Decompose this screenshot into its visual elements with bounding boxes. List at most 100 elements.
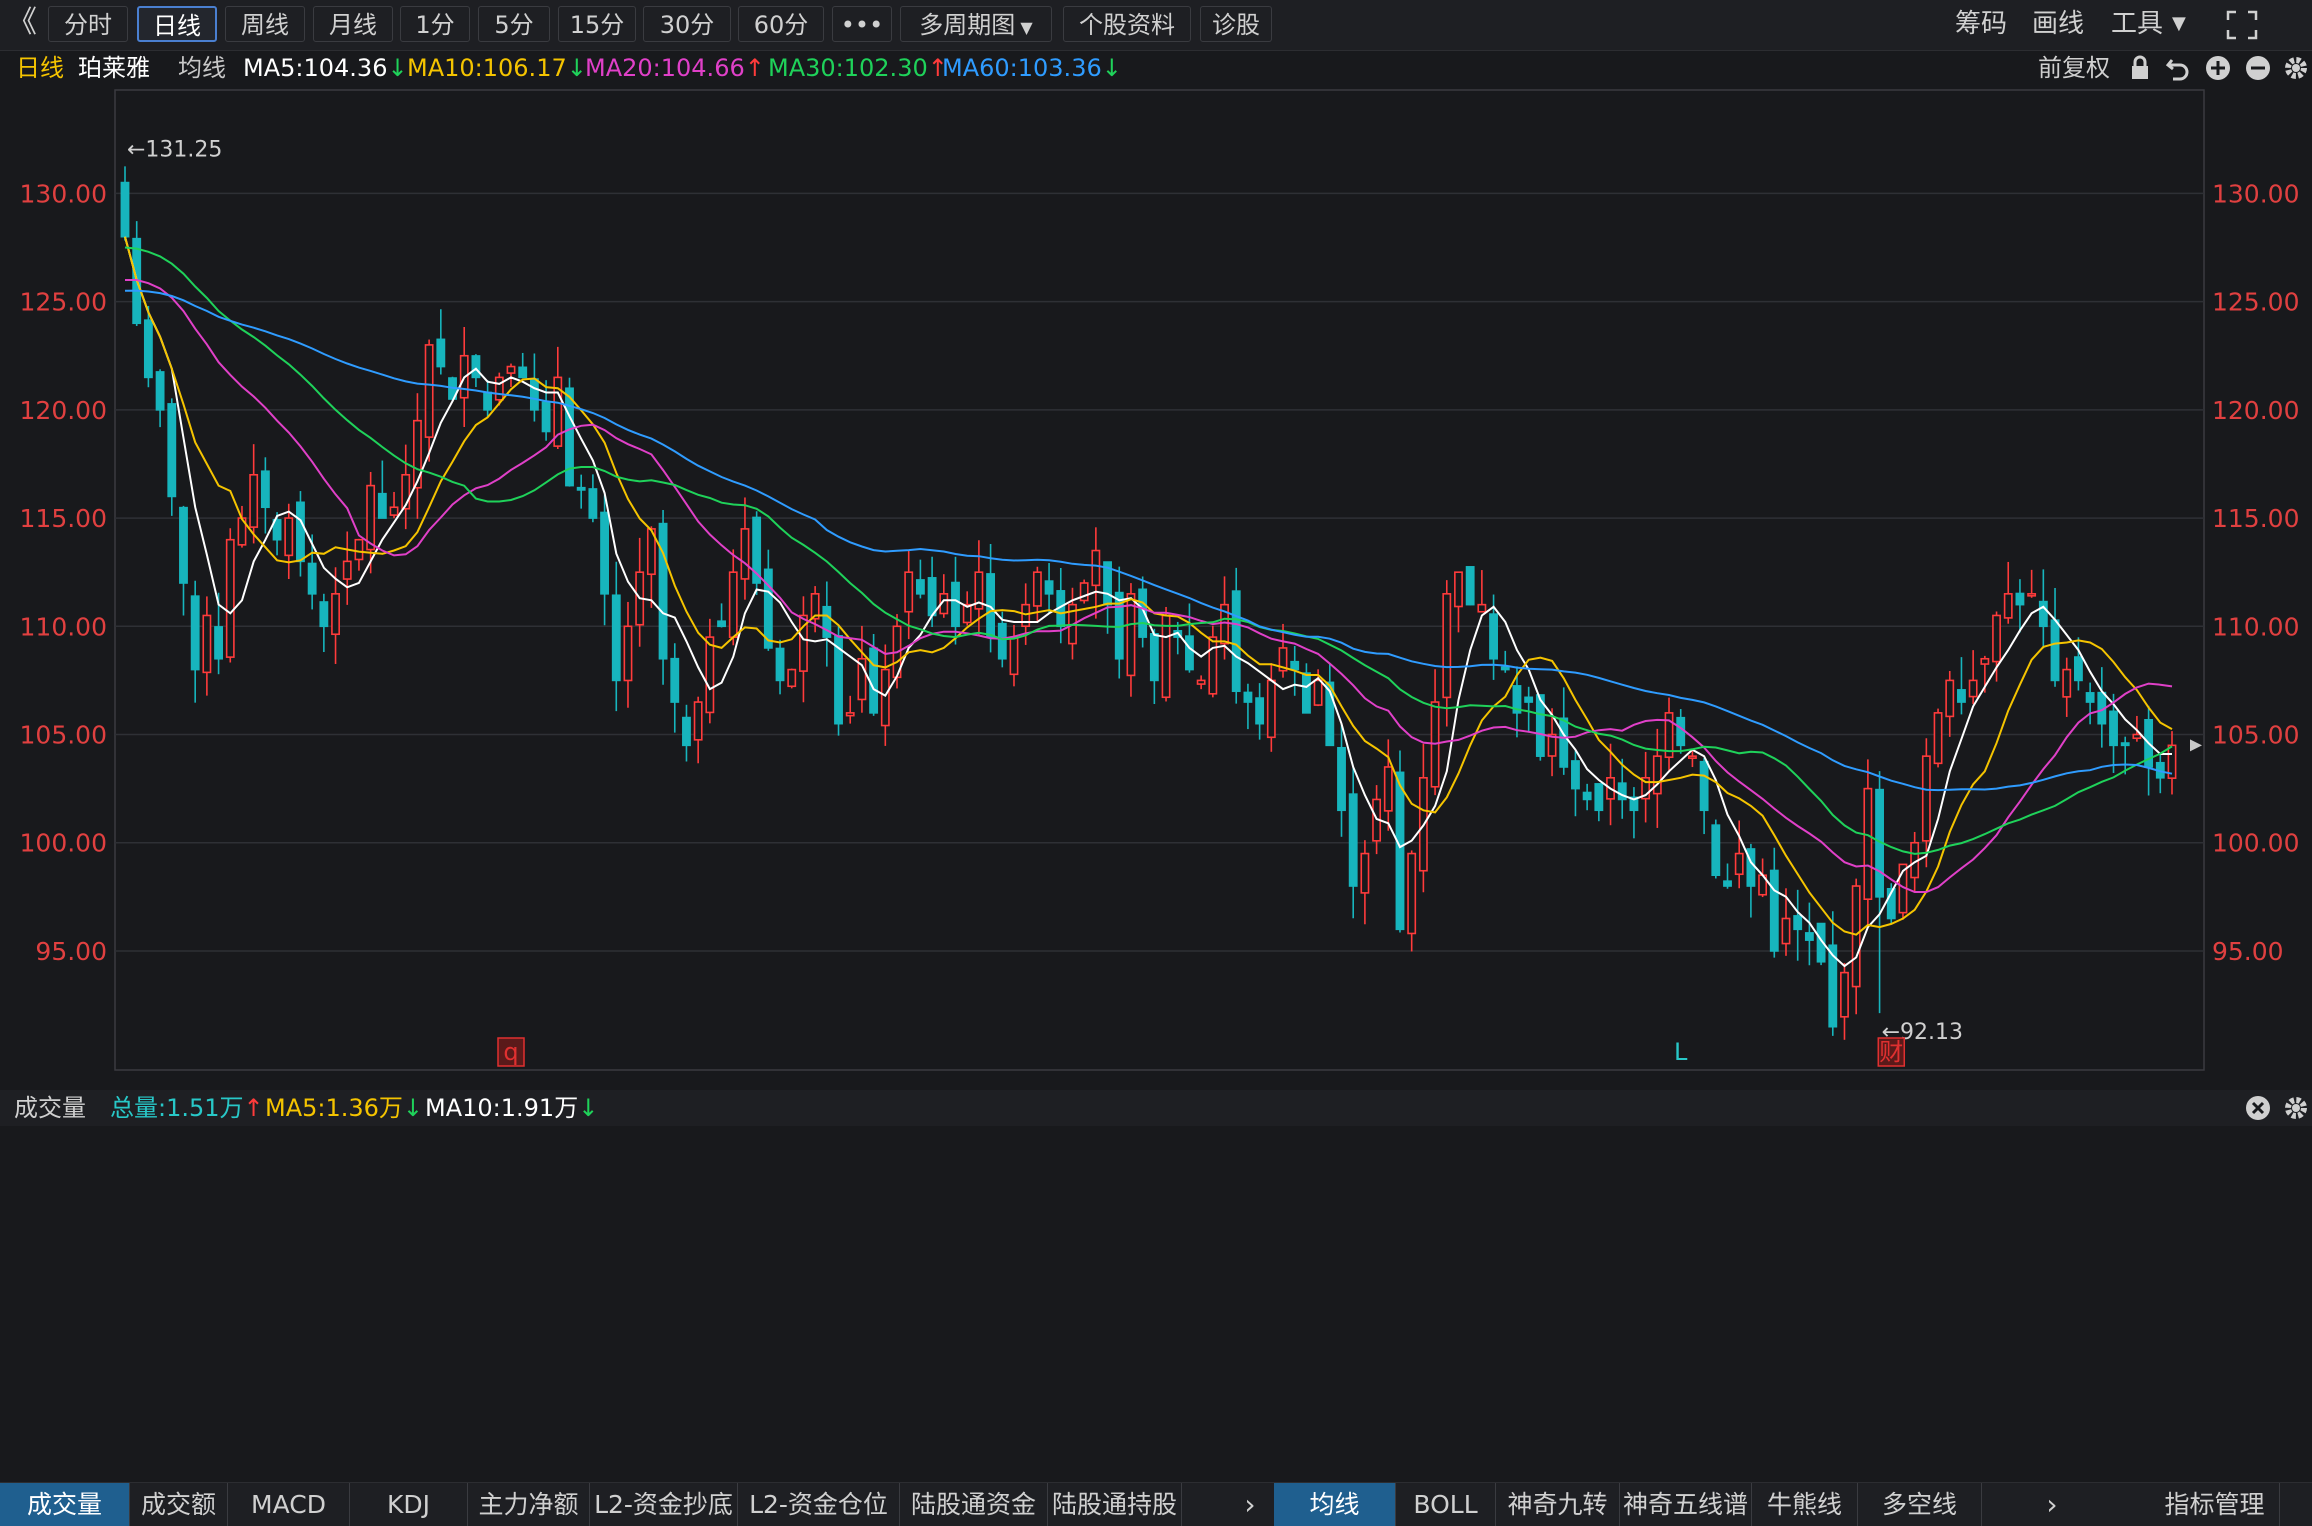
ma-value-1: MA10:106.17↓ bbox=[407, 50, 587, 86]
chips-button[interactable]: 筹码 bbox=[1955, 6, 2007, 42]
zoom-in-icon[interactable] bbox=[2204, 54, 2232, 82]
candle-body bbox=[1477, 603, 1487, 613]
overlay-tab-2[interactable]: 神奇九转 bbox=[1496, 1483, 1620, 1526]
indicator-tab-6[interactable]: L2-资金仓位 bbox=[738, 1483, 900, 1526]
candle-body bbox=[1348, 793, 1358, 887]
price-tick-left: 105.00 bbox=[20, 721, 107, 750]
candle-body bbox=[1383, 766, 1393, 812]
double-chevron-left-icon[interactable]: 《 bbox=[4, 6, 40, 42]
candle-body bbox=[1185, 635, 1194, 671]
chevron-right-icon[interactable]: › bbox=[1226, 1483, 1274, 1526]
candle-body bbox=[1442, 593, 1452, 699]
candle-body bbox=[179, 506, 188, 584]
vol-value-2: MA10:1.91万↓ bbox=[425, 1090, 598, 1126]
tools-button[interactable]: 工具 bbox=[2111, 6, 2163, 42]
candle-body bbox=[2085, 692, 2095, 703]
tab-3[interactable]: 月线 bbox=[313, 6, 393, 42]
chevron-right-icon-2[interactable]: › bbox=[2028, 1483, 2076, 1526]
price-tick-right: 120.00 bbox=[2212, 396, 2299, 425]
overlay-tab-3[interactable]: 神奇五线谱 bbox=[1620, 1483, 1752, 1526]
tab-7[interactable]: 30分 bbox=[643, 6, 731, 42]
undo-icon[interactable] bbox=[2164, 54, 2192, 82]
tab-1[interactable]: 日线 bbox=[137, 6, 217, 42]
tab-2[interactable]: 周线 bbox=[225, 6, 305, 42]
tab-10[interactable]: 多周期图 ▼ bbox=[900, 6, 1052, 42]
candle-body bbox=[565, 387, 574, 487]
tab-12[interactable]: 诊股 bbox=[1200, 6, 1272, 42]
event-marker: L bbox=[1674, 1038, 1688, 1066]
volume-gear-icon[interactable] bbox=[2282, 1094, 2310, 1122]
gear-icon[interactable] bbox=[2282, 54, 2310, 82]
tab-9[interactable]: ••• bbox=[832, 6, 892, 42]
candle-body bbox=[1266, 679, 1276, 739]
price-tick-right: 115.00 bbox=[2212, 504, 2299, 533]
vol-text-0: 总量:1.51万 bbox=[110, 1094, 244, 1122]
zoom-out-icon[interactable] bbox=[2244, 54, 2272, 82]
candle-body bbox=[2132, 733, 2142, 740]
indicator-tab-3[interactable]: KDJ bbox=[350, 1483, 468, 1526]
event-marker: q bbox=[503, 1038, 518, 1066]
candle-body bbox=[1968, 679, 1978, 698]
candle-body bbox=[1489, 613, 1498, 660]
indicator-tab-4[interactable]: 主力净额 bbox=[468, 1483, 590, 1526]
candle-body bbox=[1009, 636, 1019, 676]
candle-body bbox=[2109, 710, 2118, 747]
overlay-tab-5[interactable]: 多空线 bbox=[1858, 1483, 1982, 1526]
indicator-tab-1[interactable]: 成交额 bbox=[130, 1483, 228, 1526]
overlay-tab-0[interactable]: 均线 bbox=[1274, 1483, 1396, 1526]
candle-body bbox=[1957, 689, 1966, 703]
price-volume-chart[interactable]: 130.00 130.00 125.00 125.00 120.00 120.00 115.… bbox=[0, 86, 2312, 1090]
draw-button[interactable]: 画线 bbox=[2032, 6, 2084, 42]
candle-body bbox=[1711, 824, 1721, 877]
candle-body bbox=[529, 378, 539, 411]
candle-body bbox=[1032, 571, 1042, 607]
tab-0[interactable]: 分时 bbox=[48, 6, 128, 42]
candle-body bbox=[1091, 549, 1101, 587]
ma-text-2: MA20:104.66 bbox=[585, 54, 745, 82]
indicator-tab-8[interactable]: 陆股通持股 bbox=[1048, 1483, 1182, 1526]
candle-body bbox=[588, 488, 598, 519]
candle-body bbox=[658, 522, 668, 660]
candle-body bbox=[1980, 657, 1990, 665]
tab-11[interactable]: 个股资料 bbox=[1063, 6, 1191, 42]
price-tick-right: 95.00 bbox=[2212, 937, 2284, 966]
close-icon[interactable] bbox=[2244, 1094, 2272, 1122]
candle-body bbox=[717, 620, 726, 628]
top-toolbar: 《 分时 日线 周线 月线 1分 5分 15分 30分 60分 ••• 多周期图 ▼ 个股资料 诊股 筹… bbox=[0, 0, 2312, 51]
candle-body bbox=[1699, 760, 1709, 812]
indicator-tab-5[interactable]: L2-资金抄底 bbox=[590, 1483, 738, 1526]
tab-5[interactable]: 5分 bbox=[478, 6, 550, 42]
candle-body bbox=[1290, 660, 1300, 671]
candle-body bbox=[518, 366, 528, 379]
indicator-tab-0[interactable]: 成交量 bbox=[0, 1483, 130, 1526]
overlay-tab-4[interactable]: 牛熊线 bbox=[1752, 1483, 1858, 1526]
tab-6[interactable]: 15分 bbox=[558, 6, 636, 42]
down-arrow-icon: ↓ bbox=[402, 1094, 424, 1122]
tab-8[interactable]: 60分 bbox=[738, 6, 824, 42]
candle-body bbox=[1804, 932, 1814, 941]
fullscreen-icon[interactable] bbox=[2226, 10, 2258, 40]
overlay-tab-1[interactable]: BOLL bbox=[1396, 1483, 1496, 1526]
ma-type-label[interactable]: 均线 bbox=[178, 50, 226, 86]
candle-body bbox=[1231, 590, 1241, 693]
price-tick-left: 100.00 bbox=[20, 829, 107, 858]
lock-icon[interactable] bbox=[2126, 54, 2154, 82]
down-arrow-icon: ↓ bbox=[1101, 54, 1122, 82]
overlay-tab-6[interactable]: 指标管理 bbox=[2150, 1483, 2280, 1526]
adjust-label[interactable]: 前复权 bbox=[2038, 50, 2110, 86]
indicator-tab-7[interactable]: 陆股通资金 bbox=[900, 1483, 1048, 1526]
candle-body bbox=[1500, 666, 1510, 671]
candle-body bbox=[155, 371, 165, 411]
candle-body bbox=[1255, 697, 1265, 725]
tools-dropdown-icon[interactable]: ▼ bbox=[2172, 6, 2186, 42]
candle-body bbox=[1196, 679, 1206, 685]
volume-label: 成交量 bbox=[14, 1094, 86, 1122]
candle-body bbox=[1301, 672, 1311, 714]
indicator-tab-2[interactable]: MACD bbox=[228, 1483, 350, 1526]
candle-body bbox=[1395, 771, 1405, 931]
price-tick-right: 125.00 bbox=[2212, 288, 2299, 317]
candle-body bbox=[2120, 742, 2130, 747]
candle-body bbox=[202, 614, 212, 674]
tab-4[interactable]: 1分 bbox=[400, 6, 470, 42]
candle-body bbox=[1524, 696, 1534, 703]
